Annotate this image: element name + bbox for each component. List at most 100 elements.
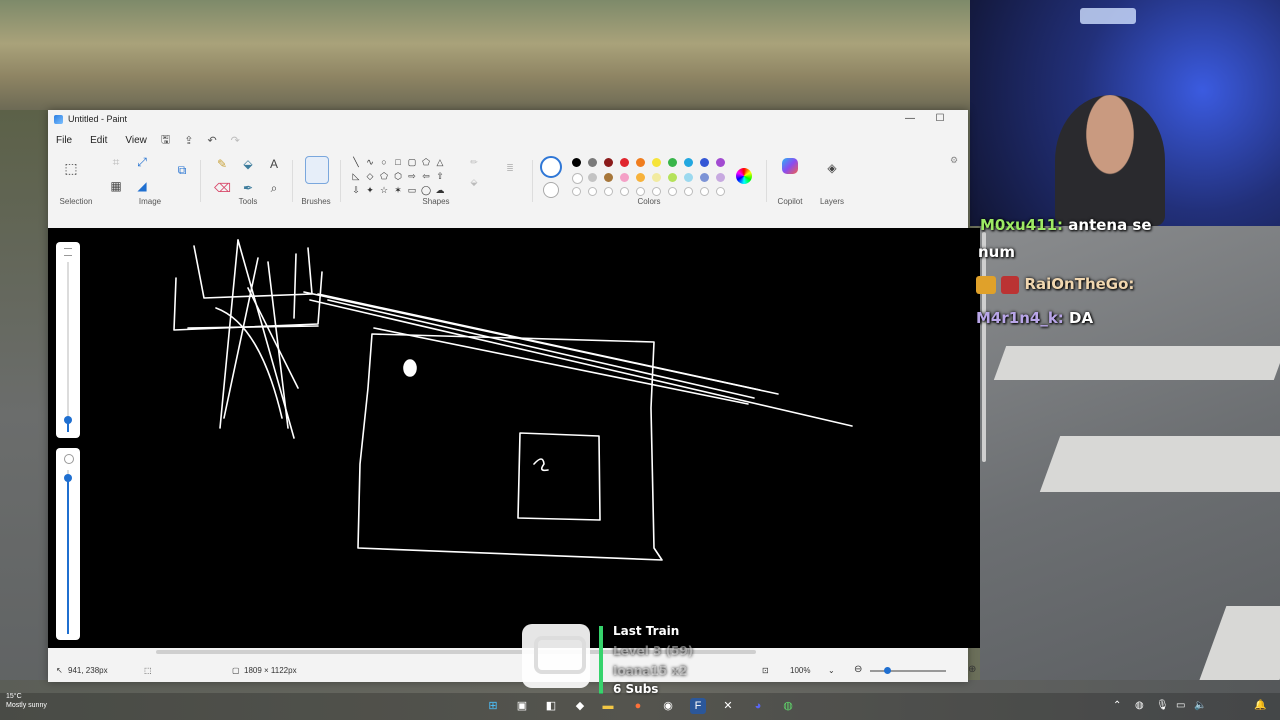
star6-shape-icon[interactable]: ✶ <box>392 184 404 196</box>
color-swatch[interactable] <box>636 158 645 167</box>
zoom-slider[interactable] <box>870 667 946 674</box>
file-explorer-icon[interactable]: ▬ <box>600 698 616 714</box>
magnifier-icon[interactable]: ⌕ <box>266 180 282 196</box>
color-swatch[interactable] <box>620 173 629 182</box>
pentagon-shape-icon[interactable]: ⬠ <box>378 170 390 182</box>
app-icon-2[interactable]: ◆ <box>572 698 588 714</box>
color-swatch[interactable] <box>668 173 677 182</box>
network-icon[interactable]: ▭ <box>1176 700 1185 711</box>
edit-colors-icon[interactable] <box>736 168 752 184</box>
arrow-up-shape-icon[interactable]: ⇧ <box>434 170 446 182</box>
redo-icon[interactable]: ↷ <box>231 134 240 147</box>
color-swatch[interactable] <box>700 158 709 167</box>
start-icon[interactable]: ⊞ <box>485 698 501 714</box>
notification-icon[interactable]: 🔔 <box>1254 700 1266 711</box>
copilot-icon[interactable] <box>782 158 798 174</box>
vertical-scrollbar[interactable] <box>982 232 986 462</box>
custom-color-slot[interactable] <box>604 187 613 196</box>
brush-icon[interactable] <box>305 156 329 184</box>
shape-fill-icon[interactable]: ⬙ <box>468 176 480 188</box>
triangle-shape-icon[interactable]: △ <box>434 156 446 168</box>
microphone-icon[interactable]: 🎙 <box>1156 700 1169 711</box>
crop-icon[interactable]: ⌗ <box>108 154 124 170</box>
zoom-select[interactable]: 100% <box>790 666 810 675</box>
color-swatch[interactable] <box>620 158 629 167</box>
color-swatch[interactable] <box>684 173 693 182</box>
custom-color-slot[interactable] <box>652 187 661 196</box>
chrome-icon[interactable]: ◍ <box>780 698 796 714</box>
opacity-slider[interactable] <box>56 448 80 640</box>
custom-color-slot[interactable] <box>716 187 725 196</box>
color-swatch[interactable] <box>636 173 645 182</box>
primary-color-swatch[interactable] <box>540 156 562 178</box>
browser-icon[interactable]: ● <box>630 698 646 714</box>
pencil-icon[interactable]: ✎ <box>214 156 230 172</box>
share-icon[interactable]: ⇪ <box>184 134 193 147</box>
diamond-shape-icon[interactable]: ◇ <box>364 170 376 182</box>
color-swatch[interactable] <box>604 173 613 182</box>
brush-size-slider[interactable] <box>56 242 80 438</box>
color-swatch[interactable] <box>652 173 661 182</box>
color-swatch[interactable] <box>716 173 725 182</box>
image-select-icon[interactable]: ▦ <box>108 178 124 194</box>
rectangle-shape-icon[interactable]: □ <box>392 156 404 168</box>
shape-size-icon[interactable]: ≣ <box>504 162 516 174</box>
text-icon[interactable]: A <box>266 156 282 172</box>
oval-shape-icon[interactable]: ○ <box>378 156 390 168</box>
zoom-dropdown-icon[interactable]: ⌄ <box>828 666 835 675</box>
color-swatch[interactable] <box>668 158 677 167</box>
arrow-left-shape-icon[interactable]: ⇦ <box>420 170 432 182</box>
remove-background-icon[interactable]: ⧉ <box>174 162 190 178</box>
custom-color-slot[interactable] <box>668 187 677 196</box>
select-rectangle-icon[interactable]: ⬚ <box>63 160 79 176</box>
custom-color-slot[interactable] <box>588 187 597 196</box>
zoom-in-icon[interactable]: ⊕ <box>968 664 976 675</box>
rotate-icon[interactable]: ◢ <box>134 178 150 194</box>
app-icon-3[interactable]: ✕ <box>720 698 736 714</box>
app-icon-1[interactable]: ◧ <box>543 698 559 714</box>
custom-color-slot[interactable] <box>636 187 645 196</box>
fit-to-window-icon[interactable]: ⊡ <box>762 666 769 675</box>
color-swatch[interactable] <box>588 158 597 167</box>
steam-icon[interactable]: ◉ <box>660 698 676 714</box>
drawing-canvas[interactable] <box>48 228 980 648</box>
save-icon[interactable]: 🖫 <box>161 131 170 150</box>
menu-view[interactable]: View <box>125 135 147 146</box>
callout-rect-shape-icon[interactable]: ▭ <box>406 184 418 196</box>
zoom-out-icon[interactable]: ⊖ <box>854 664 862 675</box>
eraser-icon[interactable]: ⌫ <box>214 180 231 196</box>
layers-icon[interactable]: ◈ <box>824 160 840 176</box>
right-triangle-shape-icon[interactable]: ◺ <box>350 170 362 182</box>
arrow-right-shape-icon[interactable]: ⇨ <box>406 170 418 182</box>
taskview-icon[interactable]: ▣ <box>514 698 530 714</box>
menu-file[interactable]: File <box>56 135 72 146</box>
cloud-shape-icon[interactable]: ☁ <box>434 184 446 196</box>
color-swatch[interactable] <box>652 158 661 167</box>
arrow-down-shape-icon[interactable]: ⇩ <box>350 184 362 196</box>
color-swatch[interactable] <box>588 173 597 182</box>
curve-shape-icon[interactable]: ∿ <box>364 156 376 168</box>
shape-outline-icon[interactable]: ✏ <box>468 156 480 168</box>
minimize-button[interactable]: — <box>896 112 924 126</box>
custom-color-slot[interactable] <box>572 187 581 196</box>
menu-edit[interactable]: Edit <box>90 135 107 146</box>
hexagon-shape-icon[interactable]: ⬡ <box>392 170 404 182</box>
color-swatch[interactable] <box>700 173 709 182</box>
discord-icon[interactable]: ◕ <box>750 698 766 714</box>
star4-shape-icon[interactable]: ✦ <box>364 184 376 196</box>
color-swatch[interactable] <box>572 158 581 167</box>
custom-color-slot[interactable] <box>620 187 629 196</box>
line-shape-icon[interactable]: ╲ <box>350 156 362 168</box>
color-swatch[interactable] <box>716 158 725 167</box>
color-swatch[interactable] <box>572 173 583 184</box>
callout-oval-shape-icon[interactable]: ◯ <box>420 184 432 196</box>
word-icon[interactable]: F <box>690 698 706 714</box>
secondary-color-swatch[interactable] <box>543 182 559 198</box>
polygon-shape-icon[interactable]: ⬠ <box>420 156 432 168</box>
resize-icon[interactable]: ⤢ <box>134 154 150 170</box>
star5-shape-icon[interactable]: ☆ <box>378 184 390 196</box>
fill-icon[interactable]: ⬙ <box>240 156 256 172</box>
custom-color-slot[interactable] <box>684 187 693 196</box>
volume-icon[interactable]: 🔈 <box>1194 700 1206 711</box>
tray-app-icon[interactable]: ◍ <box>1135 700 1144 711</box>
